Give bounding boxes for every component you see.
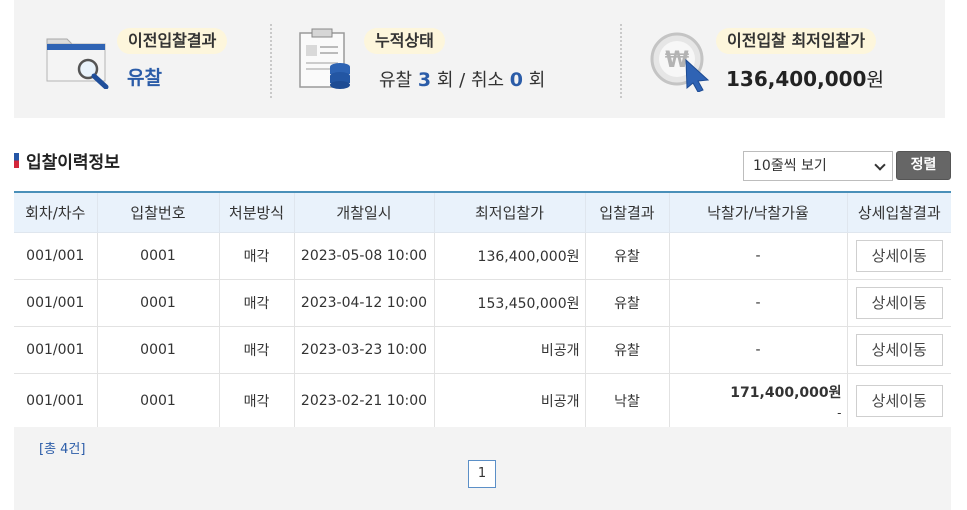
cell-detail: 상세이동 [846,279,951,327]
cumulative-separator: / [459,70,466,91]
cell-bid-no: 0001 [96,373,219,429]
summary-divider [270,24,272,98]
table-row: 001/001 0001 매각 2023-03-23 10:00 비공개 유찰 … [14,326,951,374]
col-header-open-datetime: 개찰일시 [293,191,434,233]
fail-unit: 회 [436,70,454,91]
cell-detail: 상세이동 [846,326,951,374]
cell-win-price: - [668,232,847,280]
cumulative-status-box: 누적상태 유찰 3 회 / 취소 0 회 [284,0,614,118]
cell-detail: 상세이동 [846,232,951,280]
cell-win-price: 171,400,000원 - [668,373,847,429]
table-row: 001/001 0001 매각 2023-02-21 10:00 비공개 낙찰 … [14,373,951,429]
sort-button[interactable]: 정렬 [896,151,951,180]
win-rate: - [837,405,842,420]
folder-search-icon [46,38,109,89]
cell-min-price: 136,400,000원 [433,232,585,280]
cell-open-datetime: 2023-05-08 10:00 [293,232,434,280]
cell-bid-no: 0001 [96,232,219,280]
prev-min-price-unit: 원 [866,69,884,91]
cell-open-datetime: 2023-02-21 10:00 [293,373,434,429]
col-header-result: 입찰결과 [584,191,669,233]
detail-button[interactable]: 상세이동 [855,286,943,319]
prev-result-label: 이전입찰결과 [117,28,228,54]
cell-detail: 상세이동 [846,373,951,429]
cumulative-label: 누적상태 [364,28,445,54]
cell-min-price: 비공개 [433,373,585,429]
history-title-text: 입찰이력정보 [26,153,120,173]
prev-min-price-amount: 136,400,000 [726,67,867,91]
cell-round: 001/001 [14,373,97,429]
cell-result: 유찰 [584,326,669,374]
prev-result-value: 유찰 [127,67,162,89]
table-footer: [총 4건] 1 [14,427,951,510]
cell-method: 매각 [218,279,294,327]
prev-min-price-value: 136,400,000원 [726,65,884,92]
summary-divider [620,24,622,98]
cell-result: 유찰 [584,232,669,280]
cell-round: 001/001 [14,279,97,327]
col-header-round: 회차/차수 [14,191,97,233]
prev-min-price-box: ₩ 이전입찰 최저입찰가 136,400,000원 [634,0,945,118]
cell-open-datetime: 2023-04-12 10:00 [293,279,434,327]
cell-method: 매각 [218,373,294,429]
prev-min-price-label: 이전입찰 최저입찰가 [716,28,877,54]
page-button-1[interactable]: 1 [468,460,496,488]
col-header-bid-no: 입찰번호 [96,191,219,233]
bid-summary-panel: 이전입찰결과 유찰 누적상태 유찰 3 회 / 취소 0 회 ₩ 이전입찰 최저… [14,0,945,118]
col-header-detail: 상세입찰결과 [846,191,951,233]
win-price: 171,400,000원 [730,384,842,401]
cumulative-value: 유찰 3 회 / 취소 0 회 [379,66,545,92]
prev-result-box: 이전입찰결과 유찰 [14,0,274,118]
cell-round: 001/001 [14,326,97,374]
title-marker [14,153,19,168]
cell-method: 매각 [218,232,294,280]
cell-min-price: 비공개 [433,326,585,374]
cell-win-price: - [668,279,847,327]
svg-text:₩: ₩ [665,48,689,73]
cell-bid-no: 0001 [96,279,219,327]
fail-count: 3 [417,69,432,91]
cell-method: 매각 [218,326,294,374]
cell-round: 001/001 [14,232,97,280]
cell-result: 유찰 [584,279,669,327]
cancel-prefix: 취소 [470,70,505,91]
col-header-win-price: 낙찰가/낙찰가율 [668,191,847,233]
cell-win-price: - [668,326,847,374]
select-chevron-icon [874,159,886,171]
won-coin-cursor-icon: ₩ [650,32,710,92]
col-header-min-price: 최저입찰가 [433,191,585,233]
fail-prefix: 유찰 [379,70,413,91]
history-title: 입찰이력정보 [14,148,120,173]
table-header-row: 회차/차수 입찰번호 처분방식 개찰일시 최저입찰가 입찰결과 낙찰가/낙찰가율… [14,191,951,233]
table-row: 001/001 0001 매각 2023-05-08 10:00 136,400… [14,232,951,280]
bid-history-table: 회차/차수 입찰번호 처분방식 개찰일시 최저입찰가 입찰결과 낙찰가/낙찰가율… [14,191,951,429]
cancel-count: 0 [509,69,524,91]
rows-per-page-value: 10줄씩 보기 [753,158,827,174]
cell-result: 낙찰 [584,373,669,429]
rows-per-page-select[interactable]: 10줄씩 보기 [743,151,893,181]
clipboard-coins-icon [299,28,350,89]
table-row: 001/001 0001 매각 2023-04-12 10:00 153,450… [14,279,951,327]
cancel-unit: 회 [528,70,546,91]
cell-bid-no: 0001 [96,326,219,374]
cell-open-datetime: 2023-03-23 10:00 [293,326,434,374]
detail-button[interactable]: 상세이동 [855,239,943,272]
detail-button[interactable]: 상세이동 [855,384,943,417]
col-header-method: 처분방식 [218,191,294,233]
detail-button[interactable]: 상세이동 [855,333,943,366]
total-count: [총 4건] [39,442,86,457]
cell-min-price: 153,450,000원 [433,279,585,327]
